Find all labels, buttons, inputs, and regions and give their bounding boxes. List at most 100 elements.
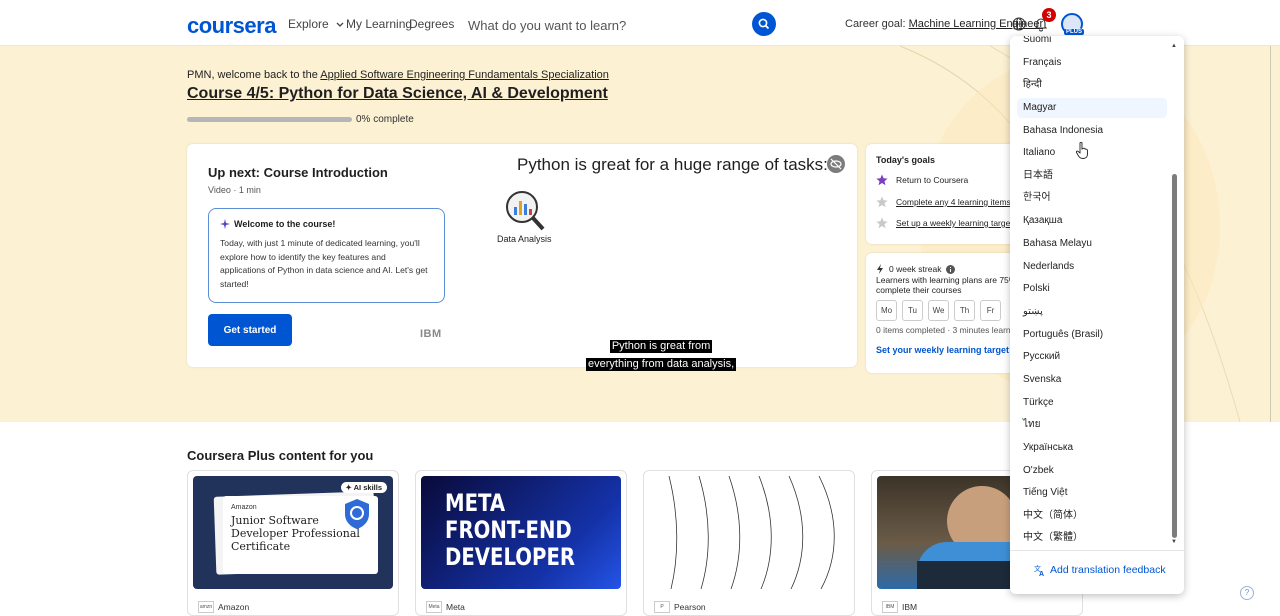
search-box [462,12,778,38]
org-logo: P [654,601,670,613]
goal-link[interactable]: Complete any 4 learning items [896,197,1011,207]
org-name: Meta [446,602,465,612]
search-button[interactable] [752,12,776,36]
meta-card-text: META FRONT-END DEVELOPER [445,490,575,571]
ibm-logo: IBM [420,328,442,340]
language-option[interactable]: Türkçe [1017,393,1167,413]
card-org: Meta Meta [426,601,465,613]
language-menu: Suomi Français हिन्दी Magyar Bahasa Indo… [1010,36,1184,594]
cert-title-line: Developer Professional [231,527,360,540]
day-cell: Mo [876,300,897,321]
language-option[interactable]: Українська [1017,438,1167,458]
streak-title-text: 0 week streak [889,264,942,274]
language-option[interactable]: Русский [1017,347,1167,367]
data-analysis-label: Data Analysis [497,234,552,244]
org-logo: Meta [426,601,442,613]
star-icon [876,217,888,229]
star-icon [876,196,888,208]
hide-video-button[interactable] [827,155,845,173]
language-option[interactable]: 한국어 [1017,188,1167,208]
nav-explore-label: Explore [288,17,329,31]
plus-card-amazon[interactable]: Amazon Junior Software Developer Profess… [187,470,399,616]
coursera-logo[interactable]: coursera [187,13,276,39]
get-started-button[interactable]: Get started [208,314,292,346]
org-logo: amzn [198,601,214,613]
eye-off-icon [830,158,842,170]
star-icon [876,174,888,186]
help-button[interactable]: ? [1240,586,1254,600]
language-option[interactable]: Bahasa Indonesia [1017,121,1167,141]
goal-item[interactable]: Complete any 4 learning items [876,196,1011,208]
goal-item[interactable]: Set up a weekly learning target [876,217,1013,229]
course-title[interactable]: Course 4/5: Python for Data Science, AI … [187,85,608,103]
card-org: IBM IBM [882,601,917,613]
certificate-seal-icon [345,499,369,529]
caption-line-2: everything from data analysis, [586,358,737,371]
language-option[interactable]: پښتو [1017,302,1167,322]
goal-link[interactable]: Set up a weekly learning target [896,218,1013,228]
up-next-meta: Video · 1 min [208,185,261,195]
svg-text:A: A [1039,571,1044,576]
org-name: Pearson [674,602,706,612]
language-option[interactable]: Polski [1017,279,1167,299]
language-option-hovered[interactable]: Magyar [1017,98,1167,118]
streak-title: 0 week streak [876,264,956,274]
feedback-label: Add translation feedback [1050,564,1166,576]
streak-footer: 0 items completed · 3 minutes learned [876,325,1016,335]
translate-icon: 文A [1034,564,1044,576]
language-option[interactable]: Italiano [1017,143,1167,163]
org-logo: IBM [882,601,898,613]
day-cell: Th [954,300,975,321]
menu-divider [1010,550,1184,551]
career-goal-label: Career goal: [845,18,906,30]
plus-card-pearson[interactable]: P Pearson [643,470,855,616]
ai-skills-label: AI skills [353,483,382,492]
add-translation-feedback-link[interactable]: 文A Add translation feedback [1034,564,1166,576]
day-cell: Fr [980,300,1001,321]
welcome-box: Welcome to the course! Today, with just … [208,208,445,303]
page-edge-divider [1270,46,1271,422]
language-option[interactable]: Français [1017,53,1167,73]
globe-icon[interactable] [1012,17,1026,31]
scroll-down-arrow[interactable]: ▼ [1171,539,1177,545]
plus-section-title: Coursera Plus content for you [187,448,374,463]
scrollbar-thumb[interactable] [1172,174,1177,538]
language-option[interactable]: 中文（繁體） [1017,528,1167,548]
org-name: Amazon [218,602,250,612]
language-option[interactable]: Bahasa Melayu [1017,234,1167,254]
language-option[interactable]: हिन्दी [1017,75,1167,95]
meta-card-line: DEVELOPER [445,543,576,571]
language-option[interactable]: 中文（简体） [1017,506,1167,526]
language-option[interactable]: ไทย [1017,415,1167,435]
language-option[interactable]: Nederlands [1017,257,1167,277]
specialization-link[interactable]: Applied Software Engineering Fundamental… [320,69,609,81]
language-option[interactable]: Português (Brasil) [1017,325,1167,345]
streak-text: Learners with learning plans are 75% mor… [876,275,1016,295]
plus-card-meta[interactable]: META FRONT-END DEVELOPER Meta Meta [415,470,627,616]
goal-item: Return to Coursera [876,174,968,186]
card-org: amzn Amazon [198,601,249,613]
language-option[interactable]: Suomi [1017,36,1167,50]
language-option[interactable]: Svenska [1017,370,1167,390]
meta-card-line: FRONT-END [445,516,572,544]
info-icon[interactable] [946,264,956,274]
search-input[interactable] [462,12,742,38]
language-option[interactable]: 日本語 [1017,166,1167,186]
meta-card-line: META [445,489,506,517]
scroll-up-arrow[interactable]: ▲ [1171,43,1177,49]
welcome-box-title: Welcome to the course! [220,219,433,229]
language-option[interactable]: O'zbek [1017,461,1167,481]
chevron-down-icon [336,22,344,27]
nav-degrees[interactable]: Degrees [409,17,454,31]
card-org: P Pearson [654,601,706,613]
welcome-box-text: Today, with just 1 minute of dedicated l… [220,238,428,289]
goals-title: Today's goals [876,155,935,165]
todays-goals-card: Today's goals Return to Coursera Complet… [866,144,1016,244]
nav-explore[interactable]: Explore [288,17,344,31]
week-days: Mo Tu We Th Fr [876,300,1001,321]
day-cell: Tu [902,300,923,321]
language-option[interactable]: Tiếng Việt [1017,483,1167,503]
set-target-link[interactable]: Set your weekly learning target [876,345,1009,355]
language-option[interactable]: Қазақша [1017,211,1167,231]
nav-my-learning[interactable]: My Learning [346,17,412,31]
